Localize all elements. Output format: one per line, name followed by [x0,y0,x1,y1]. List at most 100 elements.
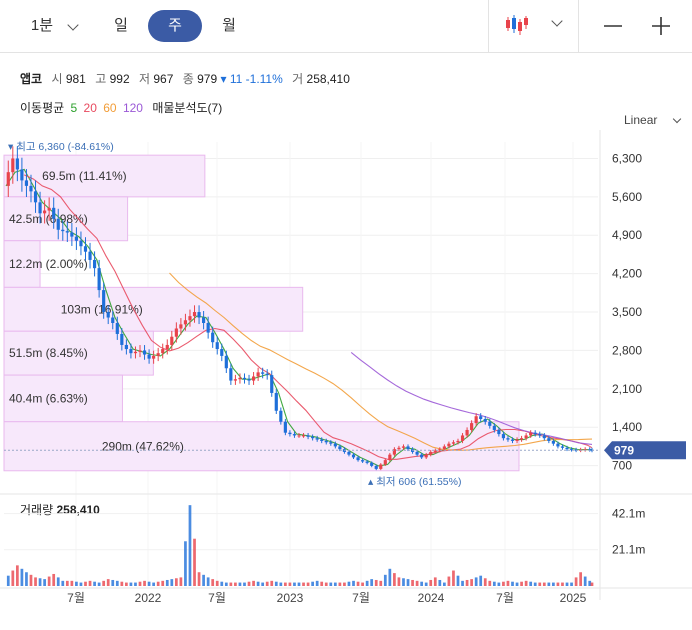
candle-body [179,324,183,329]
volume-bar [293,582,296,586]
scale-mode-chevron-icon[interactable] [672,114,682,124]
volume-bar [256,581,260,586]
candle-body [24,180,29,186]
week-tab[interactable]: 주 [148,10,202,42]
scale-mode-selector[interactable]: Linear [624,113,657,127]
candle-body [361,460,365,462]
volume-bar [347,581,351,586]
volume-profile-label: 12.2m (2.00%) [9,257,88,271]
volume-bar [538,582,542,586]
volume-bar [590,582,594,586]
candle-body [38,202,42,214]
time-tick-label: 2023 [277,591,304,605]
volume-bar [38,578,42,586]
ma-60: 60 [103,101,117,115]
candle-body [92,259,97,269]
volume-bar [474,577,478,586]
volume-bar [193,538,196,586]
volume-bar [542,582,546,586]
change-value: ▾ 11 -1.11% [220,72,283,86]
volume-bar [365,580,369,586]
candle-body [415,451,419,455]
low-price-marker: ▴ 최저 606 (61.55%) [368,476,461,488]
volume-bar [129,582,133,586]
candlestick-chart-type-icon[interactable] [504,13,528,37]
time-tick-label: 7월 [67,591,85,605]
candle-body [274,392,278,411]
volume-bar [238,582,242,586]
interval-dropdown-chevron-icon[interactable] [67,19,79,31]
ma-120: 120 [122,101,143,115]
ma-5: 5 [70,101,78,115]
close-label: 종 [182,72,194,86]
month-tab[interactable]: 월 [212,10,246,42]
candle-body [97,268,101,291]
candle-body [406,446,410,450]
candle-body [33,191,38,203]
candle-body [197,312,201,318]
price-tick-label: 3,500 [612,305,642,319]
candle-body [233,379,237,381]
candle-body [329,442,333,444]
volume-profile-label[interactable]: 매물분석도(7) [152,101,222,115]
volume-bar [179,577,183,586]
volume-bar [397,577,401,586]
volume-bar [224,582,228,586]
ma-label[interactable]: 이동평균 [20,101,64,115]
volume-chart: 거래량 258,410 42.1m 21.1m [0,493,692,586]
volume-bar [97,582,101,586]
candle-body [429,451,433,455]
price-tick-label: 4,200 [612,267,642,281]
price-chart[interactable]: 69.5m (11.41%) 42.5m (6.98%) 12.2m (2.00%)… [0,130,692,630]
volume-bar [565,582,569,586]
candle-body [265,373,269,376]
volume-bar [443,582,446,586]
candle-body [251,376,256,381]
zoom-in-icon[interactable] [651,16,671,36]
chart-type-dropdown-chevron-icon[interactable] [551,15,563,27]
candle-body [211,332,215,343]
volume-bar [465,579,469,586]
volume-bar [324,582,328,586]
volume-bar [333,582,337,586]
volume-bar [152,582,155,586]
day-tab[interactable]: 일 [104,10,138,42]
volume-bar [438,579,442,586]
candle-body [515,439,519,441]
volume-bar [138,581,142,586]
volume-bar [252,580,255,586]
volume-bar [229,582,233,586]
volume-bar [529,581,533,586]
candle-body [65,231,69,233]
candle-body [15,158,19,170]
volume-bar [261,582,265,586]
candle-body [183,320,188,325]
volume-bar [102,580,106,586]
volume-bar [52,573,56,586]
candle-body [170,336,174,345]
price-tick-label: 2,800 [612,343,642,357]
candle-body [456,440,460,443]
interval-1m-button[interactable]: 1분 [26,10,58,42]
candle-body [538,434,542,436]
candle-body [379,464,383,469]
low-value: 967 [153,72,174,86]
candle-body [111,317,115,324]
low-label: 저 [138,72,151,86]
candle-body [43,210,47,214]
volume-bar [461,580,464,586]
volume-bar [15,565,19,586]
last-price-label: 979 [614,443,634,457]
toolbar-divider [488,0,489,52]
volume-bar [161,580,165,586]
volume-chart-label: 거래량 258,410 [20,503,100,517]
volume-profile-bar [3,286,304,332]
candle-body [533,432,537,435]
price-tick-label: 6,300 [612,151,642,165]
zoom-out-icon[interactable] [603,17,623,35]
candle-body [474,416,478,424]
volume-bar [61,580,65,586]
candle-body [565,447,569,450]
volume-bar [511,581,514,586]
candle-body [470,423,474,430]
